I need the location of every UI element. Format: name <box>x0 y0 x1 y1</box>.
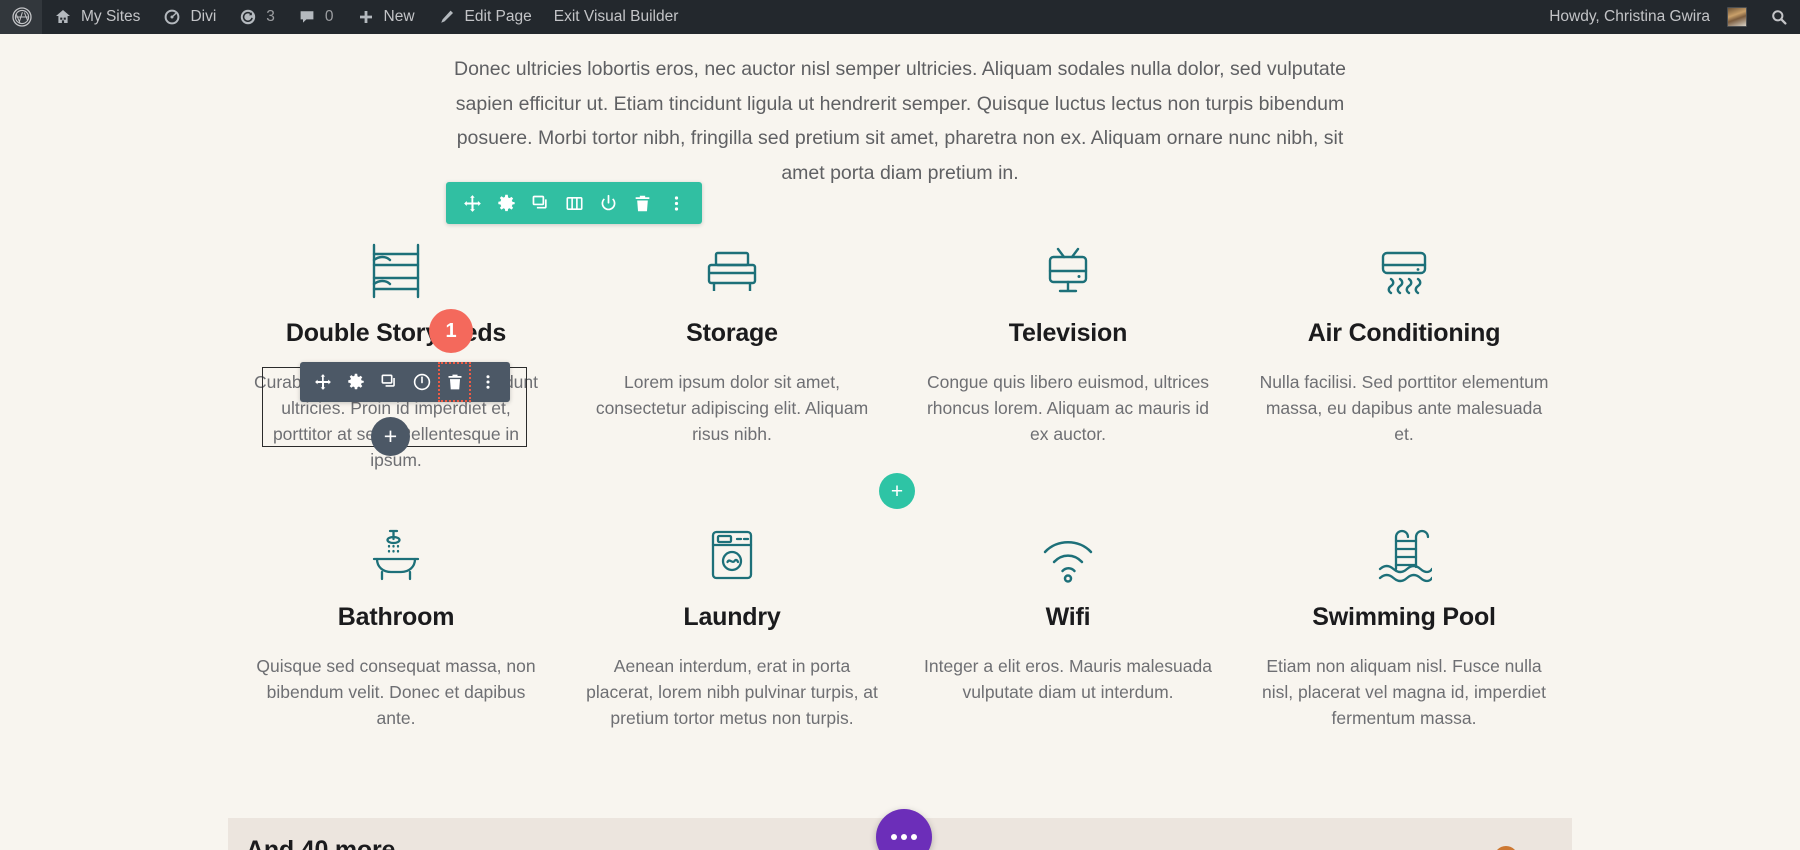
feature-card-wifi[interactable]: Wifi Integer a elit eros. Mauris malesua… <box>900 523 1236 731</box>
washing-machine-icon <box>586 523 878 585</box>
features-row-2: Bathroom Quisque sed consequat massa, no… <box>228 523 1572 731</box>
module-toolbar[interactable] <box>300 362 510 402</box>
bunk-bed-icon <box>250 239 542 301</box>
edit-page-label: Edit Page <box>464 8 532 25</box>
adminbar-right: Howdy, Christina Gwira <box>1538 0 1800 34</box>
exit-visual-builder-link[interactable]: Exit Visual Builder <box>543 0 690 34</box>
feature-card-swimming-pool[interactable]: Swimming Pool Etiam non aliquam nisl. Fu… <box>1236 523 1572 731</box>
avatar <box>1727 7 1747 27</box>
feature-title: Wifi <box>1045 603 1091 631</box>
section-disable-button[interactable] <box>591 182 625 224</box>
feature-card-bathroom[interactable]: Bathroom Quisque sed consequat massa, no… <box>228 523 564 731</box>
sites-house-icon <box>53 7 73 27</box>
feature-title: Television <box>1008 319 1128 347</box>
updates-menu[interactable]: 3 <box>227 0 286 34</box>
feature-title: Laundry <box>683 603 781 631</box>
section-columns-button[interactable] <box>557 182 591 224</box>
feature-text: Etiam non aliquam nisl. Fusce nulla nisl… <box>1261 656 1547 728</box>
feature-card-air-conditioning[interactable]: Air Conditioning Nulla facilisi. Sed por… <box>1236 239 1572 473</box>
air-conditioner-icon <box>1258 239 1550 301</box>
module-duplicate-button[interactable] <box>372 362 405 402</box>
swimming-pool-icon <box>1258 523 1550 585</box>
comments-menu[interactable]: 0 <box>286 0 345 34</box>
visual-builder-canvas: Donec ultricies lobortis eros, nec aucto… <box>0 34 1800 850</box>
comments-count: 0 <box>324 8 334 25</box>
howdy-label: Howdy, Christina Gwira <box>1549 8 1710 25</box>
feature-title: Swimming Pool <box>1312 603 1496 631</box>
feature-text: Congue quis libero euismod, ultrices rho… <box>926 372 1210 444</box>
television-icon <box>922 239 1214 301</box>
new-label: New <box>383 8 415 25</box>
section-settings-button[interactable] <box>489 182 523 224</box>
feature-title: Double Story Beds <box>285 319 507 347</box>
bathtub-shower-icon <box>250 523 542 585</box>
comments-bubble-icon <box>297 7 317 27</box>
divi-label: Divi <box>190 8 217 25</box>
new-content-menu[interactable]: New <box>345 0 426 34</box>
feature-title: Bathroom <box>337 603 455 631</box>
module-more-button[interactable] <box>471 362 504 402</box>
module-disable-button[interactable] <box>405 362 438 402</box>
feature-card-storage[interactable]: Storage Lorem ipsum dolor sit amet, cons… <box>564 239 900 473</box>
wordpress-logo-button[interactable] <box>0 0 42 34</box>
search-icon <box>1769 7 1789 27</box>
add-row-button[interactable]: + <box>879 473 915 509</box>
module-delete-button[interactable] <box>438 362 471 402</box>
feature-title: Storage <box>686 319 778 347</box>
feature-text: Aenean interdum, erat in porta placerat,… <box>586 656 878 728</box>
intro-paragraph: Donec ultricies lobortis eros, nec aucto… <box>453 58 1347 184</box>
module-settings-button[interactable] <box>339 362 372 402</box>
feature-text: Nulla facilisi. Sed porttitor elementum … <box>1259 372 1549 444</box>
wp-admin-bar: My Sites Divi 3 0 New Edit Page Exit Vis… <box>0 0 1800 34</box>
feature-text: Integer a elit eros. Mauris malesuada vu… <box>924 656 1212 702</box>
module-move-button[interactable] <box>306 362 339 402</box>
section-move-button[interactable] <box>455 182 489 224</box>
search-button[interactable] <box>1758 0 1800 34</box>
three-dots-icon <box>891 834 917 840</box>
feature-card-laundry[interactable]: Laundry Aenean interdum, erat in porta p… <box>564 523 900 731</box>
section-more-button[interactable] <box>659 182 693 224</box>
feature-title: Air Conditioning <box>1307 319 1501 347</box>
storage-bed-icon <box>586 239 878 301</box>
divi-menu[interactable]: Divi <box>151 0 227 34</box>
updates-refresh-icon <box>238 7 258 27</box>
builder-settings-fab[interactable] <box>876 809 932 850</box>
wordpress-logo-icon <box>12 7 32 27</box>
edit-page-link[interactable]: Edit Page <box>426 0 543 34</box>
plus-icon <box>356 7 376 27</box>
module-index-badge: 1 <box>429 309 473 353</box>
feature-text: Quisque sed consequat massa, non bibendu… <box>256 656 536 728</box>
divi-gauge-icon <box>162 7 182 27</box>
feature-text: Lorem ipsum dolor sit amet, consectetur … <box>595 372 869 444</box>
wifi-icon <box>922 523 1214 585</box>
my-sites-menu[interactable]: My Sites <box>42 0 151 34</box>
section-delete-button[interactable] <box>625 182 659 224</box>
add-module-button[interactable]: + <box>371 417 410 456</box>
section-toolbar[interactable] <box>446 182 702 224</box>
updates-count: 3 <box>266 8 275 25</box>
my-sites-label: My Sites <box>81 8 141 25</box>
exit-visual-builder-label: Exit Visual Builder <box>553 8 679 25</box>
feature-card-television[interactable]: Television Congue quis libero euismod, u… <box>900 239 1236 473</box>
pencil-icon <box>437 7 457 27</box>
bottom-heading: And 40 more <box>246 836 396 850</box>
section-duplicate-button[interactable] <box>523 182 557 224</box>
account-menu[interactable]: Howdy, Christina Gwira <box>1538 0 1758 34</box>
